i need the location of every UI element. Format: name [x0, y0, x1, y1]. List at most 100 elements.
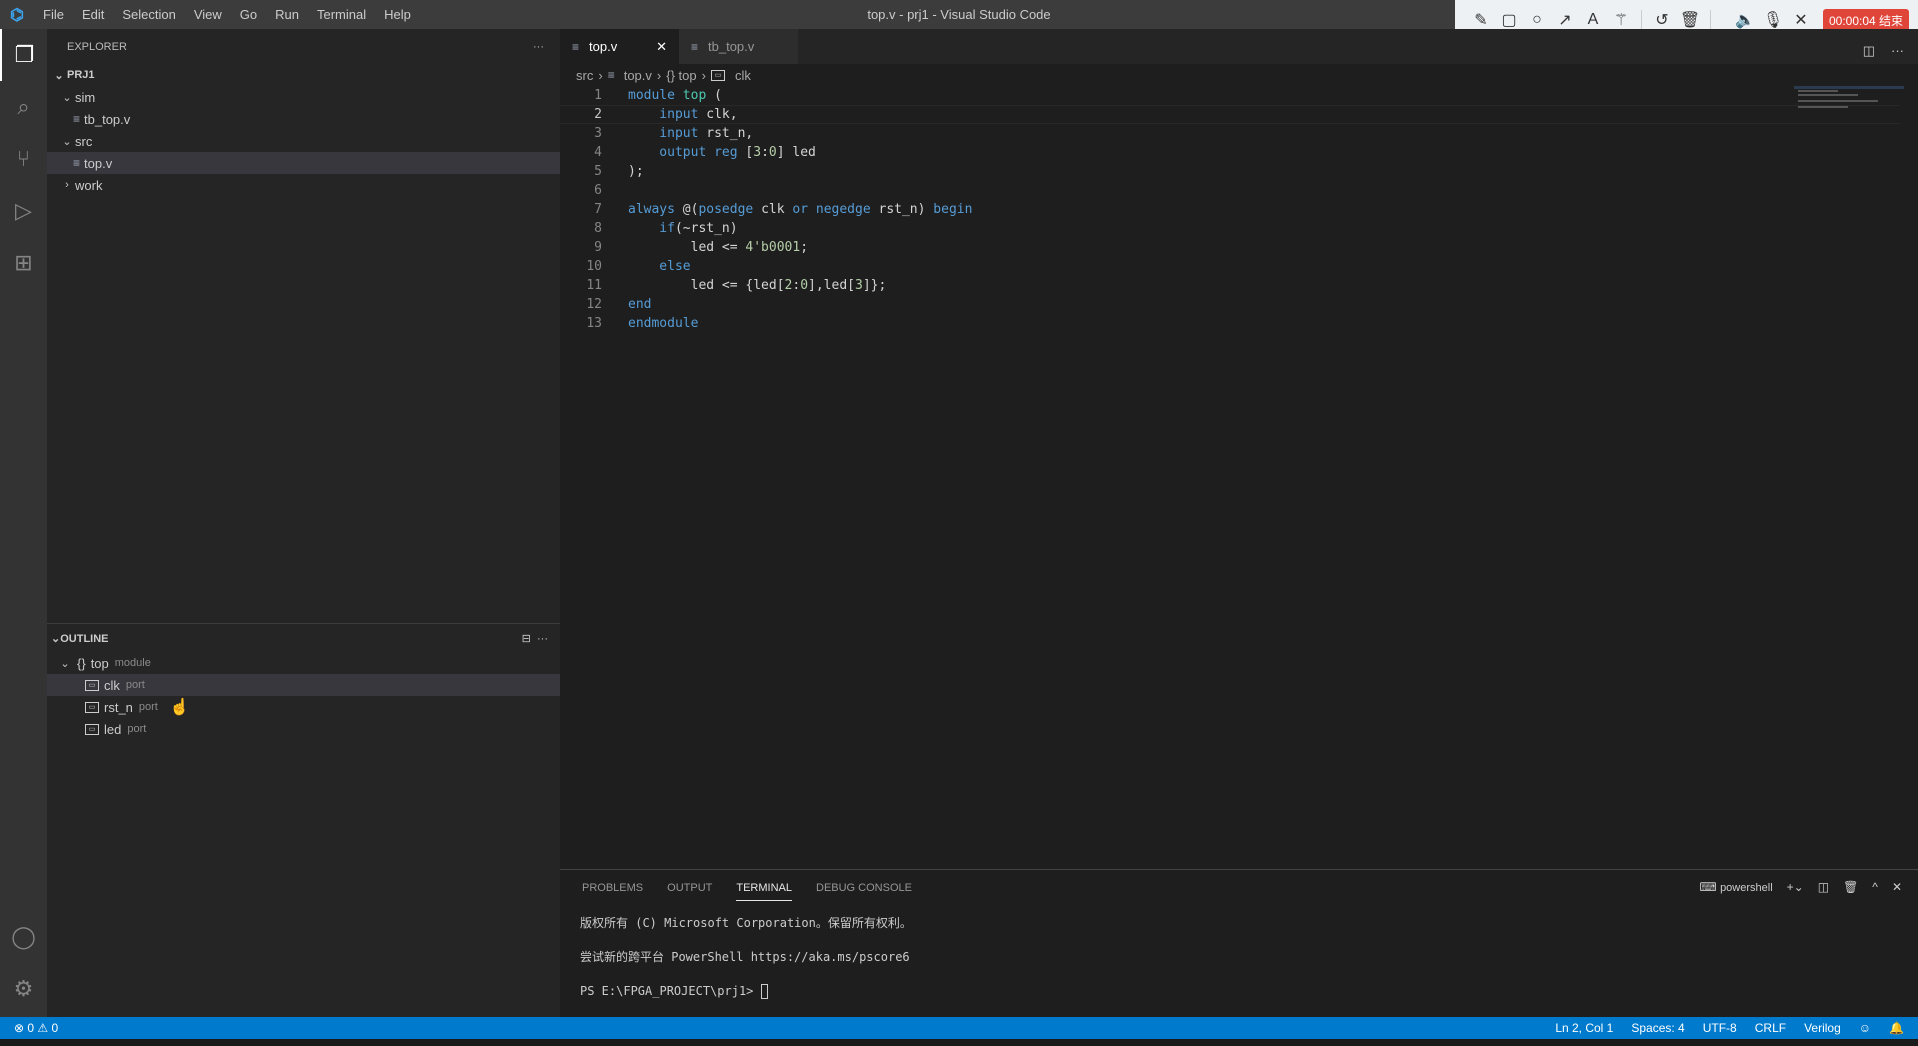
tab-terminal[interactable]: TERMINAL — [736, 876, 792, 901]
code-line[interactable]: 6 — [560, 181, 1900, 200]
code-line[interactable]: 12 end — [560, 295, 1900, 314]
menu-run[interactable]: Run — [266, 7, 308, 22]
menu-help[interactable]: Help — [375, 7, 420, 22]
outline-port-led[interactable]: ▭ led port — [47, 718, 560, 740]
close-icon[interactable]: ✕ — [656, 39, 667, 55]
encoding[interactable]: UTF-8 — [1703, 1021, 1737, 1035]
gear-icon[interactable]: ⚙ — [0, 963, 47, 1015]
breadcrumb-file[interactable]: top.v — [624, 68, 652, 83]
tab-top-v[interactable]: ≡ top.v ✕ — [560, 29, 679, 64]
new-terminal-icon[interactable]: +⌄ — [1787, 880, 1804, 894]
tree-item-work[interactable]: › work — [47, 174, 560, 196]
code-token: 4'b0001 — [745, 240, 801, 255]
line-number: 8 — [594, 221, 602, 236]
more-actions-icon[interactable]: ··· — [1891, 43, 1904, 58]
undo-icon[interactable]: ↺ — [1648, 10, 1676, 30]
outline-module[interactable]: ⌄ {} top module — [47, 652, 560, 674]
terminal-prompt[interactable]: PS E:\FPGA_PROJECT\prj1> — [560, 974, 1918, 1008]
code-line[interactable]: 13 endmodule — [560, 314, 1900, 333]
end-of-line[interactable]: CRLF — [1755, 1021, 1786, 1035]
outline-port-rst-n[interactable]: ▭ rst_n port ☝ — [47, 696, 560, 718]
maximize-panel-icon[interactable]: ^ — [1872, 880, 1878, 894]
terminal-line: 版权所有 (C) Microsoft Corporation。保留所有权利。 — [580, 916, 912, 930]
outline-port-clk[interactable]: ▭ clk port — [47, 674, 560, 696]
tree-item-sim[interactable]: ⌄ sim — [47, 86, 560, 108]
item-label: work — [75, 177, 103, 193]
module-icon: {} — [77, 655, 86, 671]
menu-view[interactable]: View — [185, 7, 231, 22]
problems-status[interactable]: ⊗ 0 ⚠ 0 — [0, 1021, 58, 1035]
tree-item-tb-top[interactable]: ≡ tb_top.v — [47, 108, 560, 130]
code-line[interactable]: 7 always @(posedge clk or negedge rst_n) … — [560, 200, 1900, 219]
pencil-icon[interactable]: ✎ — [1467, 10, 1495, 30]
split-editor-icon[interactable]: ◫ — [1863, 43, 1875, 59]
code-line[interactable]: 2 input clk, — [560, 105, 1900, 124]
text-icon[interactable]: A — [1579, 11, 1607, 29]
menu-file[interactable]: File — [34, 7, 73, 22]
code-line[interactable]: 11 led <= {led[2:0],led[3]}; — [560, 276, 1900, 295]
speaker-icon[interactable]: 🔈 — [1731, 10, 1759, 30]
tab-tb-top-v[interactable]: ≡ tb_top.v — [679, 29, 798, 64]
more-actions-icon[interactable]: ··· — [537, 633, 548, 645]
close-icon[interactable]: ✕ — [1787, 10, 1815, 30]
code-line[interactable]: 5); — [560, 162, 1900, 181]
breadcrumb-symbol[interactable]: clk — [735, 68, 751, 83]
terminal-select[interactable]: ⌨ powershell — [1699, 880, 1772, 894]
code-line[interactable]: 3 input rst_n, — [560, 124, 1900, 143]
menu-selection[interactable]: Selection — [113, 7, 184, 22]
feedback-icon[interactable]: ☺ — [1859, 1021, 1871, 1035]
tree-item-top[interactable]: ≡ top.v — [47, 152, 560, 174]
outline-header[interactable]: ⌄OUTLINE ⊟ ··· — [47, 624, 560, 652]
breadcrumb-src[interactable]: src — [576, 68, 593, 83]
tab-output[interactable]: OUTPUT — [667, 882, 712, 894]
magic-wand-icon[interactable]: ⚚ — [1607, 10, 1635, 30]
sidebar: EXPLORER ··· ⌄ PRJ1 ⌄ sim ≡ tb_top.v ⌄ src ≡ t… — [47, 29, 560, 1017]
account-icon[interactable]: ◯ — [0, 911, 47, 963]
language-mode[interactable]: Verilog — [1804, 1021, 1841, 1035]
rectangle-icon[interactable]: ▢ — [1495, 10, 1523, 30]
explorer-title: EXPLORER — [67, 40, 127, 53]
circle-icon[interactable]: ○ — [1523, 11, 1551, 29]
tab-problems[interactable]: PROBLEMS — [582, 882, 643, 894]
project-folder[interactable]: ⌄ PRJ1 — [47, 64, 560, 86]
trash-icon[interactable]: 🗑 — [1676, 10, 1704, 30]
code-token: 3 — [753, 145, 762, 160]
code-editor[interactable]: 1 module top (2 input clk, 3 input rst_n, 4… — [560, 86, 1900, 333]
explorer-icon[interactable]: ❐ — [0, 29, 47, 81]
breadcrumb-module[interactable]: {} top — [666, 68, 696, 83]
tab-debug-console[interactable]: DEBUG CONSOLE — [816, 882, 912, 894]
code-line[interactable]: 4 output reg [3:0] led — [560, 143, 1900, 162]
line-number: 11 — [586, 278, 602, 293]
collapse-all-icon[interactable]: ⊟ — [522, 633, 531, 645]
more-actions-icon[interactable]: ··· — [533, 41, 544, 53]
code-line[interactable]: 1 module top ( — [560, 86, 1900, 105]
line-text: input rst_n, — [628, 126, 753, 141]
chevron-down-icon: ⌄ — [51, 632, 61, 645]
close-panel-icon[interactable]: ✕ — [1892, 880, 1902, 894]
port-name: clk — [104, 677, 120, 693]
microphone-icon[interactable]: 🎙 — [1759, 10, 1787, 30]
indentation[interactable]: Spaces: 4 — [1631, 1021, 1684, 1035]
port-icon: ▭ — [710, 69, 725, 81]
split-terminal-icon[interactable]: ◫ — [1818, 880, 1829, 894]
cursor-position[interactable]: Ln 2, Col 1 — [1555, 1021, 1613, 1035]
code-line[interactable]: 10 else — [560, 257, 1900, 276]
code-line[interactable]: 9 led <= 4'b0001; — [560, 238, 1900, 257]
chevron-right-icon: › — [598, 67, 603, 83]
item-label: sim — [75, 89, 96, 105]
minimap[interactable] — [1794, 86, 1904, 116]
kill-terminal-icon[interactable]: 🗑 — [1843, 880, 1858, 894]
extensions-icon[interactable]: ⊞ — [0, 237, 47, 289]
tree-item-src[interactable]: ⌄ src — [47, 130, 560, 152]
arrow-icon[interactable]: ↗ — [1551, 10, 1579, 30]
menu-edit[interactable]: Edit — [73, 7, 113, 22]
menu-go[interactable]: Go — [231, 7, 266, 22]
line-text: always @(posedge clk or negedge rst_n) b… — [628, 202, 972, 217]
search-icon[interactable]: ⌕ — [0, 81, 47, 133]
menu-terminal[interactable]: Terminal — [308, 7, 375, 22]
run-debug-icon[interactable]: ▷ — [0, 185, 47, 237]
source-control-icon[interactable]: ⑂ — [0, 133, 47, 185]
code-line[interactable]: 8 if(~rst_n) — [560, 219, 1900, 238]
notifications-icon[interactable]: 🔔 — [1889, 1021, 1904, 1035]
code-token: [ — [737, 145, 754, 160]
